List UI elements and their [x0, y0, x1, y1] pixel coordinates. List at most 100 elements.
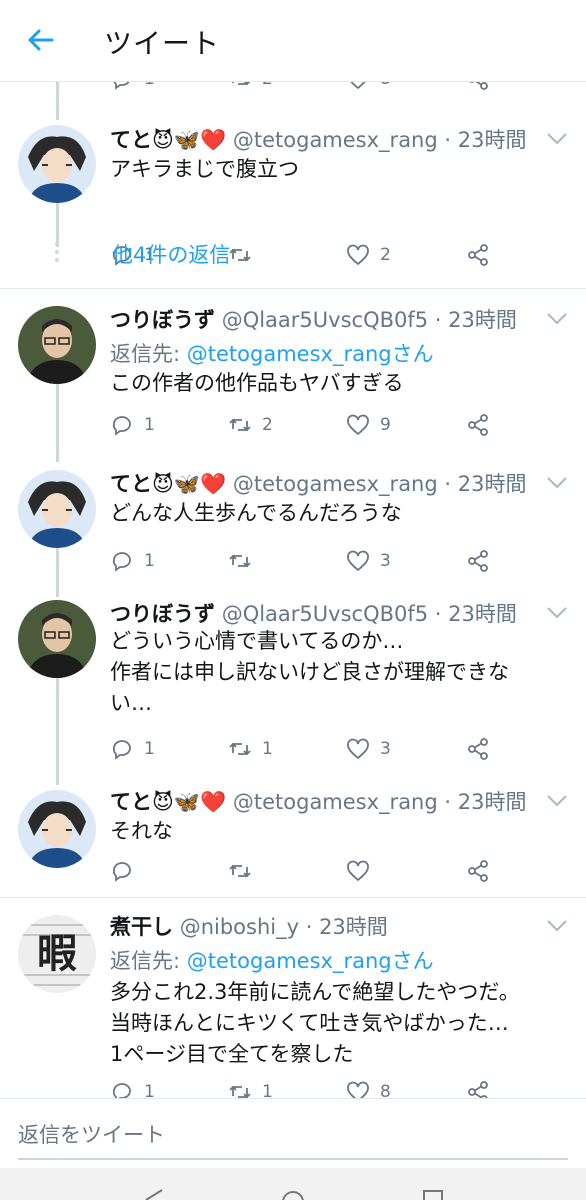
reply-icon — [113, 82, 130, 90]
reply-input[interactable]: 返信をツイート — [18, 1119, 165, 1149]
timestamp[interactable]: 23時間 — [458, 472, 527, 496]
svg-text:暇: 暇 — [37, 931, 77, 977]
back-arrow-icon[interactable] — [22, 22, 58, 58]
reply-button[interactable]: 1 — [110, 82, 155, 94]
reply-icon — [112, 1083, 131, 1098]
avatar[interactable] — [18, 790, 96, 868]
reply-to-label: 返信先: @tetogamesx_rangさん — [110, 949, 434, 973]
username[interactable]: @Qlaar5UvscQB0f5 — [222, 308, 428, 332]
input-underline — [18, 1158, 568, 1160]
tweet-header: つりぼうず @Qlaar5UvscQB0f5 · 23時間 — [110, 602, 517, 626]
nav-recents-icon[interactable] — [420, 1188, 446, 1200]
tweet-actions-partial: 1 2 8 — [110, 82, 510, 94]
like-button[interactable]: 9 — [346, 410, 391, 440]
username[interactable]: @tetogamesx_rang — [233, 128, 438, 152]
display-name[interactable]: つりぼうず — [110, 308, 215, 332]
avatar[interactable]: 暇 — [18, 915, 96, 993]
divider — [0, 288, 586, 289]
like-icon — [347, 244, 369, 266]
tweet-header: つりぼうず @Qlaar5UvscQB0f5 · 23時間 — [110, 308, 517, 332]
avatar[interactable] — [18, 600, 96, 678]
timestamp[interactable]: 23時間 — [448, 602, 517, 626]
tweet-text: この作者の他作品もヤバすぎる — [110, 371, 404, 395]
reply-button[interactable]: 1 — [110, 546, 155, 576]
display-name[interactable]: 煮干し — [110, 915, 173, 939]
share-icon — [468, 738, 488, 760]
share-button[interactable] — [466, 546, 490, 576]
retweet-button[interactable]: 1 — [228, 734, 273, 764]
tweet-timeline[interactable]: 1 2 8 てと😈🦋❤️ @tetogamesx_rang · 23時間 アキラ… — [0, 82, 586, 1098]
thread-line — [56, 675, 59, 785]
reply-to-link[interactable]: @tetogamesx_rangさん — [187, 342, 434, 366]
retweet-icon — [229, 864, 251, 878]
display-name[interactable]: てと — [110, 128, 152, 152]
reply-button[interactable]: 1 — [110, 1077, 155, 1098]
name-emoji: 😈🦋❤️ — [152, 790, 227, 814]
like-button[interactable]: 2 — [346, 240, 391, 270]
username[interactable]: @tetogamesx_rang — [233, 790, 438, 814]
like-button[interactable]: 3 — [346, 734, 391, 764]
timestamp[interactable]: 23時間 — [448, 308, 517, 332]
chevron-down-icon[interactable] — [546, 794, 568, 808]
display-name[interactable]: つりぼうず — [110, 602, 215, 626]
retweet-icon — [229, 554, 251, 568]
retweet-button[interactable]: 2 — [228, 410, 273, 440]
share-button[interactable] — [466, 1077, 490, 1098]
tweet-text: どういう心情で書いてるのか… 作者には申し訳ないけど良さが理解できな い… — [110, 629, 509, 715]
retweet-icon — [229, 418, 251, 432]
username[interactable]: @Qlaar5UvscQB0f5 — [222, 602, 428, 626]
share-button[interactable] — [466, 240, 490, 270]
reply-compose-bar[interactable]: 返信をツイート — [0, 1098, 586, 1168]
timestamp[interactable]: 23時間 — [458, 128, 527, 152]
tweet-header: てと😈🦋❤️ @tetogamesx_rang · 23時間 — [110, 128, 527, 152]
chevron-down-icon[interactable] — [546, 476, 568, 490]
username[interactable]: @niboshi_y — [180, 915, 299, 939]
thread-line — [56, 82, 59, 120]
chevron-down-icon[interactable] — [546, 606, 568, 620]
display-name[interactable]: てと — [110, 472, 152, 496]
share-button[interactable] — [466, 82, 490, 94]
retweet-icon — [229, 1085, 251, 1098]
like-button[interactable]: 3 — [346, 546, 391, 576]
display-name[interactable]: てと — [110, 790, 152, 814]
nav-home-icon[interactable] — [280, 1188, 306, 1200]
tweet-header: 煮干し @niboshi_y · 23時間 — [110, 915, 388, 939]
username[interactable]: @tetogamesx_rang — [233, 472, 438, 496]
reply-to-link[interactable]: @tetogamesx_rangさん — [187, 949, 434, 973]
share-icon — [468, 550, 488, 572]
timestamp[interactable]: 23時間 — [458, 790, 527, 814]
chevron-down-icon[interactable] — [546, 312, 568, 326]
share-button[interactable] — [466, 856, 490, 886]
retweet-button[interactable] — [228, 546, 262, 576]
show-more-replies-link[interactable]: 他4件の返信 — [112, 239, 230, 269]
system-nav-bar — [0, 1168, 586, 1200]
tweet-header: てと😈🦋❤️ @tetogamesx_rang · 23時間 — [110, 472, 527, 496]
reply-button[interactable]: 1 — [110, 734, 155, 764]
share-button[interactable] — [466, 410, 490, 440]
avatar[interactable] — [18, 125, 96, 203]
tweet-text: アキラまじで腹立つ — [110, 157, 299, 181]
tweet-actions: 1 3 — [110, 546, 510, 576]
like-icon — [350, 82, 366, 90]
like-button[interactable]: 8 — [346, 82, 391, 94]
chevron-down-icon[interactable] — [546, 132, 568, 146]
thread-line — [56, 197, 59, 247]
nav-back-icon[interactable] — [140, 1188, 166, 1200]
timestamp[interactable]: 23時間 — [319, 915, 388, 939]
like-icon — [347, 414, 369, 436]
chevron-down-icon[interactable] — [546, 919, 568, 933]
reply-button[interactable]: 1 — [110, 410, 155, 440]
retweet-button[interactable]: 1 — [228, 1077, 273, 1098]
tweet-actions — [110, 856, 510, 886]
retweet-button[interactable] — [228, 240, 262, 270]
like-button[interactable] — [346, 856, 380, 886]
reply-icon — [112, 552, 131, 572]
tweet-text: どんな人生歩んでるんだろうな — [110, 501, 402, 525]
avatar[interactable] — [18, 470, 96, 548]
like-button[interactable]: 8 — [346, 1077, 391, 1098]
retweet-button[interactable] — [228, 856, 262, 886]
retweet-button[interactable]: 2 — [228, 82, 273, 94]
avatar[interactable] — [18, 306, 96, 384]
share-button[interactable] — [466, 734, 490, 764]
reply-button[interactable] — [110, 856, 144, 886]
